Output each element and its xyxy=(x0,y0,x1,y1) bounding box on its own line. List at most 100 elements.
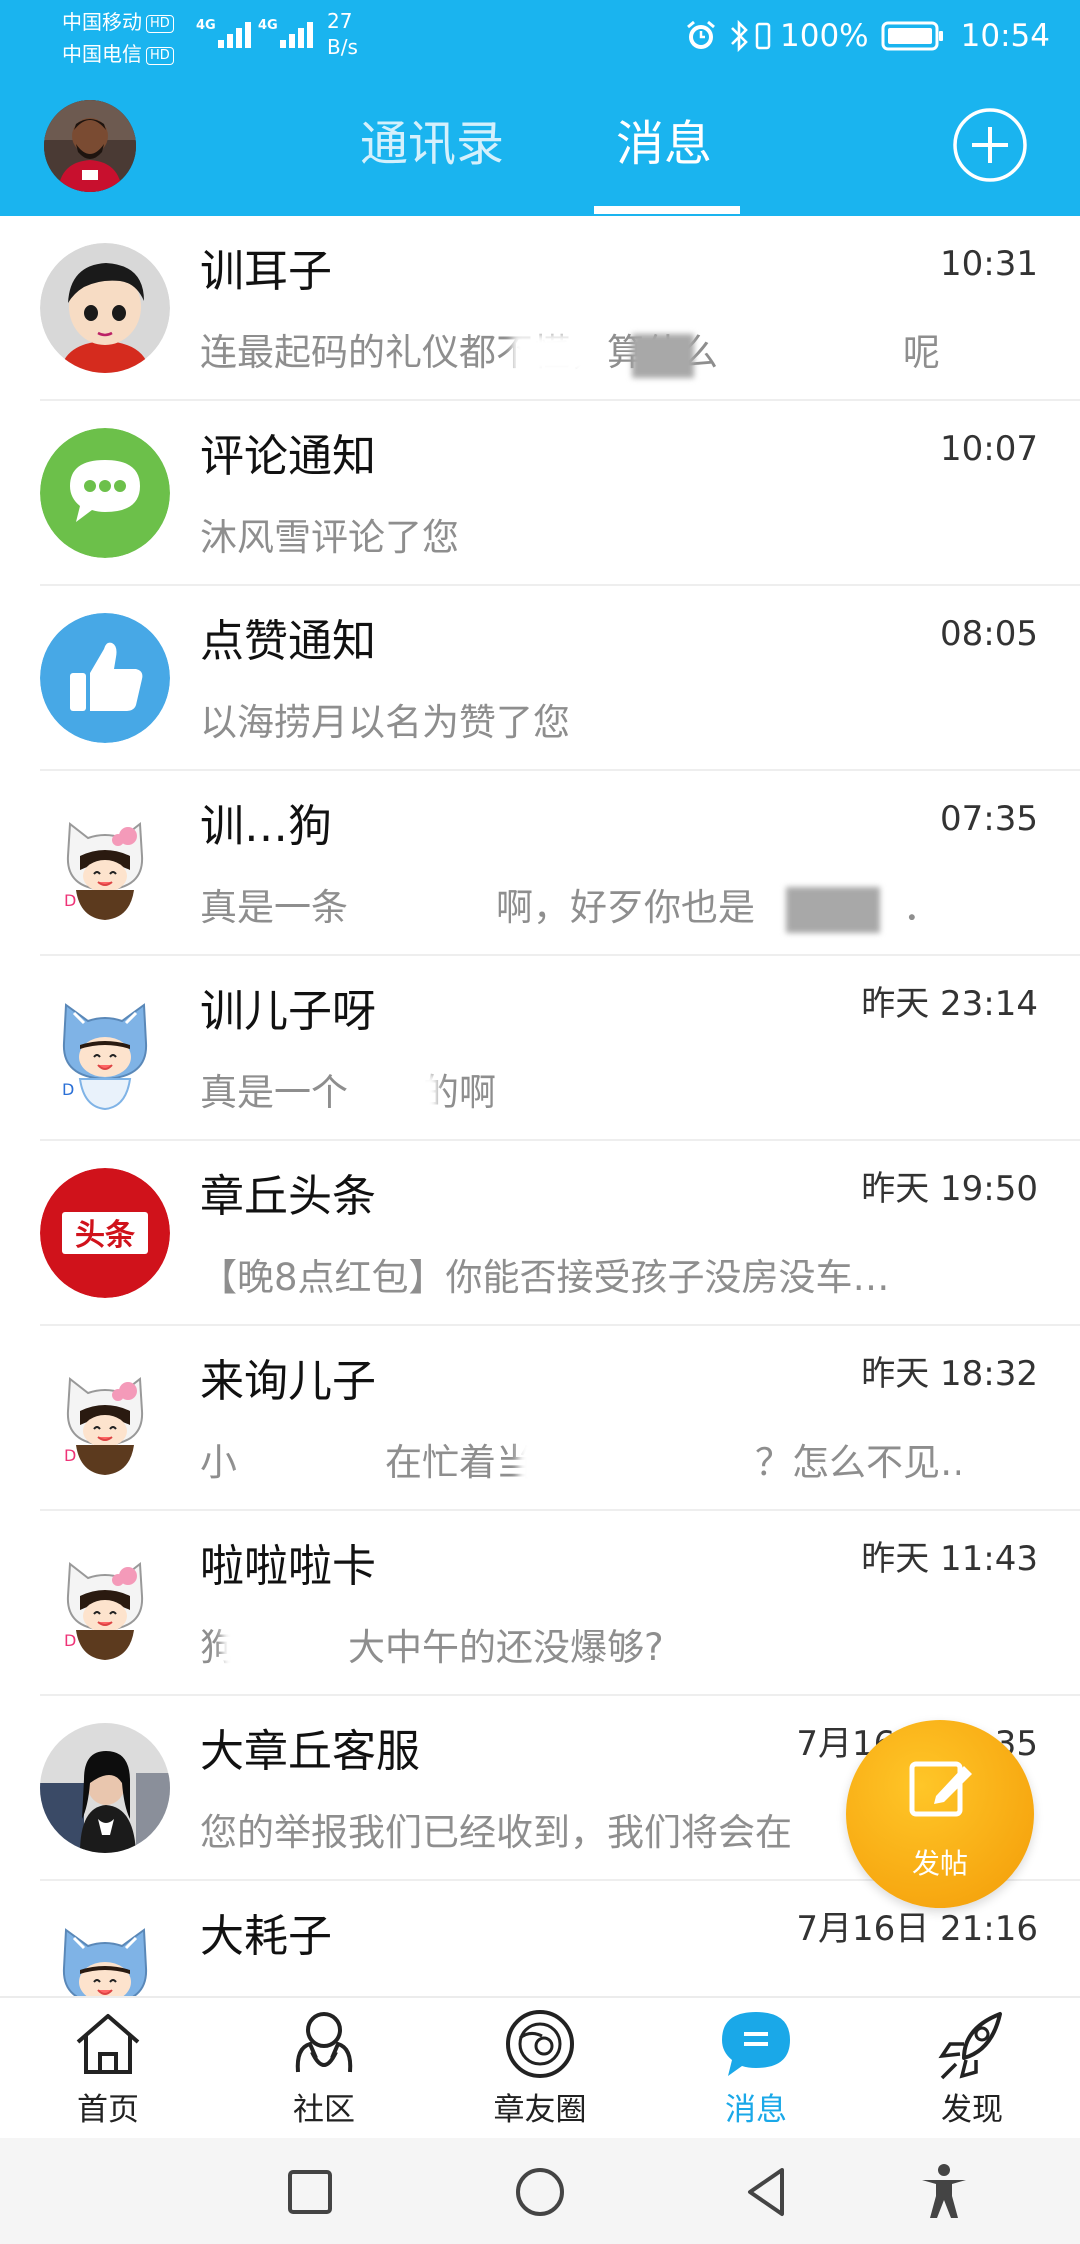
redaction-blur xyxy=(786,887,880,933)
signal-2-icon: 4G xyxy=(258,14,318,54)
redaction-blur xyxy=(222,1623,332,1671)
redaction-blur xyxy=(352,889,482,933)
contact-name: 点赞通知 xyxy=(200,616,376,667)
nav-friends-circle[interactable]: 章友圈 xyxy=(432,1998,648,2140)
battery-percent: 100% xyxy=(780,18,869,54)
contact-name: 训儿子呀 xyxy=(200,986,376,1037)
messages-icon xyxy=(722,2012,790,2076)
contact-name: 啦啦啦卡 xyxy=(200,1541,376,1592)
battery-icon xyxy=(881,21,943,51)
new-post-label: 发帖 xyxy=(911,1847,968,1880)
message-preview: 沐风雪评论了您 xyxy=(200,516,459,559)
contact-name: 评论通知 xyxy=(200,431,376,482)
network-type-1: 4G xyxy=(196,18,216,33)
nav-label: 章友圈 xyxy=(493,2092,587,2128)
message-preview: 【晚8点红包】你能否接受孩子没房没车… xyxy=(200,1256,890,1299)
avatar-kitty-girl: D xyxy=(40,1353,170,1483)
avatar-toutiao-logo: 头条 xyxy=(40,1168,170,1298)
vibrate-icon xyxy=(755,22,771,50)
new-post-button[interactable]: 发帖 xyxy=(846,1720,1034,1908)
avatar-blue-cat-girl xyxy=(40,1908,170,1996)
conversation-row[interactable]: 训耳子 10:31 连最起码的礼仪都不懂，算什么 呢 xyxy=(0,216,1080,401)
nav-label: 首页 xyxy=(77,2092,139,2128)
avatar-cartoon-boy xyxy=(40,243,170,373)
status-right: 100% 10:54 xyxy=(684,14,1050,58)
tab-contacts[interactable]: 通讯录 xyxy=(360,112,504,176)
app-screen: 中国移动 HD 中国电信 HD 4G 4G 27 B/s 100% 10:54 … xyxy=(0,0,1080,2244)
conversation-row[interactable]: D 训…狗 07:35 真是一条 啊，好歹你也是 ． xyxy=(0,771,1080,956)
conversation-row[interactable]: 点赞通知 08:05 以海捞月以名为赞了您 xyxy=(0,586,1080,771)
bluetooth-icon xyxy=(731,19,748,53)
message-preview: 以海捞月以名为赞了您 xyxy=(200,701,570,744)
carrier-info: 中国移动 HD 中国电信 HD xyxy=(62,6,174,70)
carrier-2: 中国电信 xyxy=(62,42,142,66)
message-time: 昨天 11:43 xyxy=(861,1539,1038,1579)
svg-text:D: D xyxy=(64,891,76,910)
network-speed: 27 B/s xyxy=(327,8,358,60)
conversation-row[interactable]: D 训儿子呀 昨天 23:14 真是一个 的啊 xyxy=(0,956,1080,1141)
svg-text:头条: 头条 xyxy=(75,1218,135,1253)
nav-community[interactable]: 社区 xyxy=(216,1998,432,2140)
rocket-icon xyxy=(938,2012,1002,2080)
message-preview: 真是一个 的啊 xyxy=(200,1071,496,1114)
hd-badge: HD xyxy=(146,15,174,33)
message-time: 7月16日 21:16 xyxy=(796,1909,1038,1949)
avatar-kitty-girl: D xyxy=(40,798,170,928)
tab-messages[interactable]: 消息 xyxy=(616,112,712,176)
network-type-2: 4G xyxy=(258,18,278,33)
accessibility-icon[interactable] xyxy=(914,2162,974,2222)
nav-messages[interactable]: 消息 xyxy=(648,1998,864,2140)
nav-home[interactable]: 首页 xyxy=(0,1998,216,2140)
conversation-row[interactable]: D 啦啦啦卡 昨天 11:43 狗 大中午的还没爆够? xyxy=(0,1511,1080,1696)
my-avatar[interactable] xyxy=(44,100,136,192)
bottom-navigation: 首页 社区 章友圈 消息 发现 xyxy=(0,1996,1080,2138)
message-time: 昨天 18:32 xyxy=(861,1354,1038,1394)
status-time: 10:54 xyxy=(960,18,1050,54)
edit-icon xyxy=(909,1761,972,1817)
message-time: 昨天 19:50 xyxy=(861,1169,1038,1209)
nav-label: 社区 xyxy=(293,2092,355,2128)
svg-text:D: D xyxy=(64,1446,76,1465)
conversation-row[interactable]: D 来询儿子 昨天 18:32 小 在忙着当 ？怎么不见… xyxy=(0,1326,1080,1511)
contact-name: 训…狗 xyxy=(200,801,332,852)
avatar-like-notice xyxy=(40,613,170,743)
message-time: 07:35 xyxy=(940,799,1038,839)
message-time: 昨天 23:14 xyxy=(861,984,1038,1024)
home-circle-icon[interactable] xyxy=(510,2162,570,2222)
message-time: 08:05 xyxy=(940,614,1038,654)
svg-text:D: D xyxy=(64,1631,76,1650)
back-icon[interactable] xyxy=(738,2162,798,2222)
status-bar: 中国移动 HD 中国电信 HD 4G 4G 27 B/s 100% 10:54 xyxy=(0,0,1080,72)
nav-discover[interactable]: 发现 xyxy=(864,1998,1080,2140)
redaction-blur xyxy=(632,334,694,378)
carrier-1: 中国移动 xyxy=(62,10,142,34)
top-bar: 中国移动 HD 中国电信 HD 4G 4G 27 B/s 100% 10:54 … xyxy=(0,0,1080,216)
home-icon xyxy=(76,2014,140,2074)
message-time: 10:31 xyxy=(940,244,1038,284)
svg-text:D: D xyxy=(62,1080,74,1099)
contact-name: 来询儿子 xyxy=(200,1356,376,1407)
system-navigation-bar xyxy=(0,2138,1080,2244)
speed-value: 27 xyxy=(327,9,353,33)
contact-name: 大耗子 xyxy=(200,1911,332,1962)
add-button[interactable] xyxy=(952,107,1028,183)
redaction-blur xyxy=(240,1426,350,1486)
contact-name: 章丘头条 xyxy=(200,1171,376,1222)
alarm-icon xyxy=(687,20,715,49)
recent-apps-icon[interactable] xyxy=(280,2162,340,2222)
speed-unit: B/s xyxy=(327,35,358,59)
message-time: 10:07 xyxy=(940,429,1038,469)
active-tab-indicator xyxy=(594,206,740,214)
contact-name: 大章丘客服 xyxy=(200,1726,420,1777)
nav-label: 发现 xyxy=(941,2092,1003,2128)
avatar-kitty-girl: D xyxy=(40,1538,170,1668)
avatar-blue-cat-girl: D xyxy=(40,983,170,1113)
conversation-row[interactable]: 评论通知 10:07 沐风雪评论了您 xyxy=(0,401,1080,586)
community-icon xyxy=(295,2012,353,2073)
redaction-blur xyxy=(358,1074,438,1118)
friends-circle-icon xyxy=(506,2010,574,2078)
hd-badge: HD xyxy=(146,47,174,65)
conversation-row[interactable]: 头条 章丘头条 昨天 19:50 【晚8点红包】你能否接受孩子没房没车… xyxy=(0,1141,1080,1326)
avatar-comment-notice xyxy=(40,428,170,558)
contact-name: 训耳子 xyxy=(200,246,332,297)
